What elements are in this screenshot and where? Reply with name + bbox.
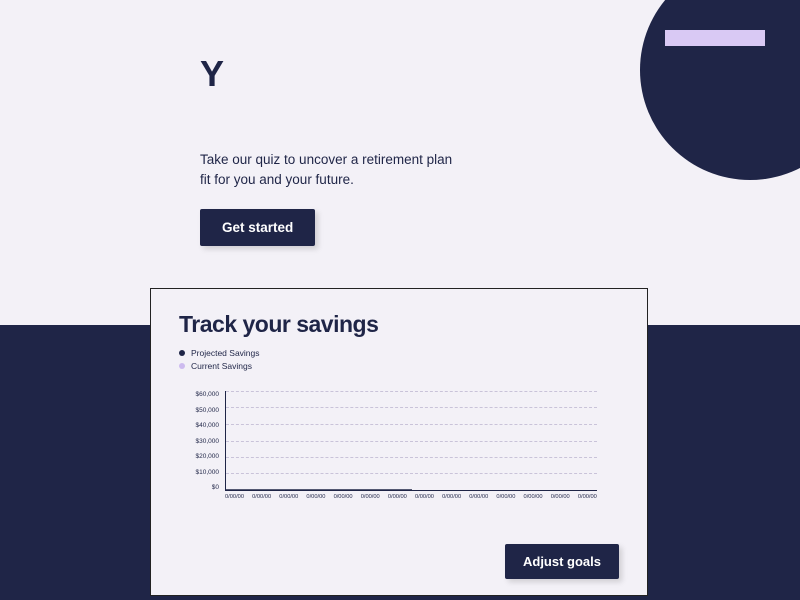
legend-item-current: Current Savings: [179, 361, 619, 371]
y-tick: $30,000: [183, 438, 219, 445]
legend-label: Current Savings: [191, 361, 252, 371]
x-tick: 0/00/00: [361, 494, 380, 500]
projected-line: [226, 391, 598, 491]
x-tick: 0/00/00: [496, 494, 515, 500]
x-tick: 0/00/00: [334, 494, 353, 500]
y-tick: $20,000: [183, 453, 219, 460]
y-tick: $50,000: [183, 407, 219, 414]
legend-item-projected: Projected Savings: [179, 348, 619, 358]
card-title: Track your savings: [179, 311, 619, 338]
hero-title: Y: [200, 56, 520, 92]
hero-subtitle: Take our quiz to uncover a retirement pl…: [200, 150, 460, 191]
legend-dot-icon: [179, 350, 185, 356]
adjust-goals-button[interactable]: Adjust goals: [505, 544, 619, 579]
savings-chart: $60,000 $50,000 $40,000 $30,000 $20,000 …: [187, 391, 607, 506]
x-tick: 0/00/00: [306, 494, 325, 500]
x-tick: 0/00/00: [524, 494, 543, 500]
x-tick: 0/00/00: [252, 494, 271, 500]
plot-area: [225, 391, 597, 491]
y-tick: $60,000: [183, 391, 219, 398]
x-tick: 0/00/00: [225, 494, 244, 500]
x-tick: 0/00/00: [578, 494, 597, 500]
get-started-button[interactable]: Get started: [200, 209, 315, 246]
y-tick: $10,000: [183, 469, 219, 476]
legend: Projected Savings Current Savings: [179, 348, 619, 371]
x-tick: 0/00/00: [388, 494, 407, 500]
legend-label: Projected Savings: [191, 348, 260, 358]
y-axis-labels: $60,000 $50,000 $40,000 $30,000 $20,000 …: [183, 391, 219, 491]
legend-dot-icon: [179, 363, 185, 369]
decor-lavender-bar: [665, 30, 765, 46]
x-tick: 0/00/00: [551, 494, 570, 500]
savings-card: Track your savings Projected Savings Cur…: [150, 288, 648, 596]
y-tick: $0: [183, 484, 219, 491]
x-tick: 0/00/00: [442, 494, 461, 500]
x-tick: 0/00/00: [279, 494, 298, 500]
x-tick: 0/00/00: [469, 494, 488, 500]
hero: Y Take our quiz to uncover a retirement …: [200, 56, 520, 246]
decor-circle: [640, 0, 800, 180]
y-tick: $40,000: [183, 422, 219, 429]
x-axis-labels: 0/00/00 0/00/00 0/00/00 0/00/00 0/00/00 …: [225, 494, 597, 500]
x-tick: 0/00/00: [415, 494, 434, 500]
